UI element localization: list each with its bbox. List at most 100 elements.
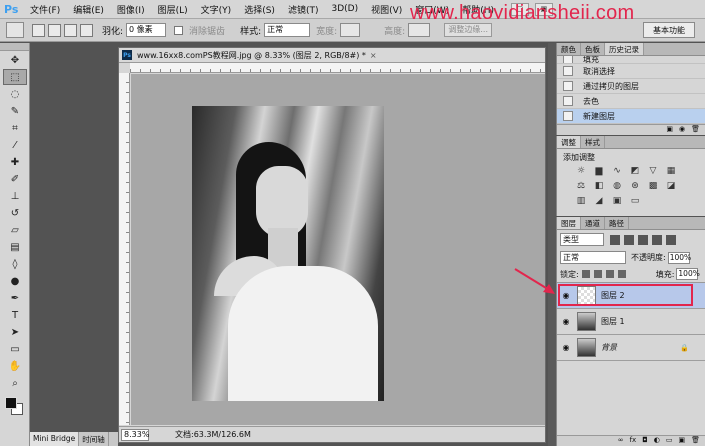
quick-select-tool-icon[interactable]: ✎ — [3, 103, 27, 119]
vibrance-icon[interactable]: ▽ — [647, 166, 659, 177]
height-input[interactable] — [408, 23, 431, 37]
lock-transparent-icon[interactable] — [581, 270, 590, 278]
layer-style-icon[interactable]: fx — [630, 436, 637, 446]
opacity-input[interactable]: 100% — [667, 251, 691, 264]
vertical-ruler[interactable] — [119, 73, 130, 425]
filter-shape-icon[interactable] — [652, 234, 662, 245]
tool-preset-picker[interactable] — [6, 22, 24, 38]
new-layer-icon[interactable]: ▣ — [678, 436, 685, 446]
menu-edit[interactable]: 编辑(E) — [73, 3, 104, 16]
tab-layers[interactable]: 图层 — [557, 217, 581, 229]
menu-filter[interactable]: 滤镜(T) — [288, 3, 319, 16]
curves-icon[interactable]: ∿ — [611, 166, 623, 177]
hue-saturation-icon[interactable]: ▦ — [665, 166, 677, 177]
filter-pixel-icon[interactable] — [610, 234, 620, 245]
black-white-icon[interactable]: ◧ — [593, 181, 605, 192]
tab-channels[interactable]: 通道 — [581, 217, 605, 229]
brightness-icon[interactable]: ☼ — [575, 166, 587, 177]
menu-view[interactable]: 视图(V) — [371, 3, 402, 16]
move-tool-icon[interactable]: ✥ — [3, 52, 27, 68]
crop-tool-icon[interactable]: ⌗ — [3, 120, 27, 136]
filter-smart-object-icon[interactable] — [666, 234, 676, 245]
history-item[interactable]: 填充 — [557, 56, 705, 64]
layer-kind-select[interactable]: 类型 — [560, 233, 604, 246]
intersect-selection-icon[interactable] — [80, 23, 93, 37]
photo-filter-icon[interactable]: ◍ — [611, 181, 623, 192]
refine-edge-button[interactable]: 调整边缘... — [444, 23, 493, 37]
visibility-eye-icon[interactable]: ◉ — [559, 343, 573, 352]
tab-timeline[interactable]: 时间轴 — [79, 432, 109, 446]
blur-tool-icon[interactable]: ◊ — [3, 256, 27, 272]
layer-row[interactable]: ◉ 背景 🔒 — [557, 335, 705, 361]
eyedropper-tool-icon[interactable]: ⁄ — [3, 137, 27, 153]
toolbar-grip[interactable] — [0, 43, 29, 51]
foreground-color-swatch[interactable] — [5, 397, 17, 409]
document-tab[interactable]: Ps www.16xx8.comPS教程网.jpg @ 8.33% (图层 2,… — [119, 48, 545, 63]
lock-image-icon[interactable] — [593, 270, 602, 278]
type-tool-icon[interactable]: T — [3, 307, 27, 323]
zoom-tool-icon[interactable]: ⌕ — [3, 375, 27, 391]
add-selection-icon[interactable] — [48, 23, 61, 37]
healing-brush-tool-icon[interactable]: ✚ — [3, 154, 27, 170]
selective-color-icon[interactable]: ▣ — [611, 196, 623, 207]
levels-icon[interactable]: ▆ — [593, 166, 605, 177]
history-item-selected[interactable]: 新建图层 — [557, 109, 705, 124]
zoom-level-field[interactable]: 8.33% — [121, 428, 149, 441]
eraser-tool-icon[interactable]: ▱ — [3, 222, 27, 238]
clone-stamp-tool-icon[interactable]: ⊥ — [3, 188, 27, 204]
menu-image[interactable]: 图像(I) — [117, 3, 145, 16]
posterize-icon[interactable]: ▥ — [575, 196, 587, 207]
menu-3d[interactable]: 3D(D) — [331, 4, 358, 14]
delete-state-icon[interactable]: 🗑 — [691, 125, 700, 135]
tab-color[interactable]: 颜色 — [557, 43, 581, 55]
brush-tool-icon[interactable]: ✐ — [3, 171, 27, 187]
pen-tool-icon[interactable]: ✒ — [3, 290, 27, 306]
document-photo[interactable] — [192, 106, 384, 401]
exposure-icon[interactable]: ◩ — [629, 166, 641, 177]
width-input[interactable] — [340, 23, 361, 37]
blend-mode-select[interactable]: 正常 — [560, 251, 626, 264]
link-layers-icon[interactable]: ∞ — [618, 436, 624, 446]
new-document-from-state-icon[interactable]: ▣ — [666, 125, 673, 135]
hand-tool-icon[interactable]: ✋ — [3, 358, 27, 374]
menu-type[interactable]: 文字(Y) — [201, 3, 232, 16]
new-selection-icon[interactable] — [32, 23, 45, 37]
filter-type-icon[interactable] — [638, 234, 648, 245]
menu-select[interactable]: 选择(S) — [244, 3, 275, 16]
fill-input[interactable]: 100% — [676, 268, 700, 280]
menu-layer[interactable]: 图层(L) — [158, 3, 188, 16]
shape-tool-icon[interactable]: ▭ — [3, 341, 27, 357]
history-item[interactable]: 取消选择 — [557, 64, 705, 79]
document-size-info[interactable]: 文档:63.3M/126.6M — [175, 429, 251, 440]
lasso-tool-icon[interactable]: ◌ — [3, 86, 27, 102]
feather-input[interactable]: 0 像素 — [126, 23, 167, 37]
history-brush-tool-icon[interactable]: ↺ — [3, 205, 27, 221]
canvas-area[interactable] — [131, 74, 545, 425]
lock-position-icon[interactable] — [605, 270, 614, 278]
new-snapshot-icon[interactable]: ◉ — [679, 125, 685, 135]
tab-mini-bridge[interactable]: Mini Bridge — [30, 432, 80, 446]
filter-adjustment-icon[interactable] — [624, 234, 634, 245]
menu-file[interactable]: 文件(F) — [30, 3, 60, 16]
history-item[interactable]: 去色 — [557, 94, 705, 109]
workspace-switcher[interactable]: 基本功能 — [643, 22, 695, 38]
subtract-selection-icon[interactable] — [64, 23, 77, 37]
threshold-icon[interactable]: ◢ — [593, 196, 605, 207]
antialias-checkbox[interactable] — [174, 25, 184, 35]
horizontal-ruler[interactable] — [130, 63, 545, 73]
tab-styles[interactable]: 样式 — [581, 136, 605, 148]
tab-swatches[interactable]: 色板 — [581, 43, 605, 55]
gradient-map-icon[interactable]: ▭ — [629, 196, 641, 207]
visibility-eye-icon[interactable]: ◉ — [559, 317, 573, 326]
marquee-tool-icon[interactable]: ⬚ — [3, 69, 27, 85]
add-mask-icon[interactable]: ◘ — [642, 436, 648, 446]
new-group-icon[interactable]: ▭ — [666, 436, 673, 446]
channel-mixer-icon[interactable]: ⊛ — [629, 181, 641, 192]
layer-row[interactable]: ◉ 图层 1 — [557, 309, 705, 335]
color-balance-icon[interactable]: ⚖ — [575, 181, 587, 192]
path-selection-tool-icon[interactable]: ➤ — [3, 324, 27, 340]
close-icon[interactable]: × — [370, 51, 377, 60]
tab-history[interactable]: 历史记录 — [605, 43, 644, 55]
lock-all-icon[interactable] — [617, 270, 626, 278]
dodge-tool-icon[interactable]: ● — [3, 273, 27, 289]
